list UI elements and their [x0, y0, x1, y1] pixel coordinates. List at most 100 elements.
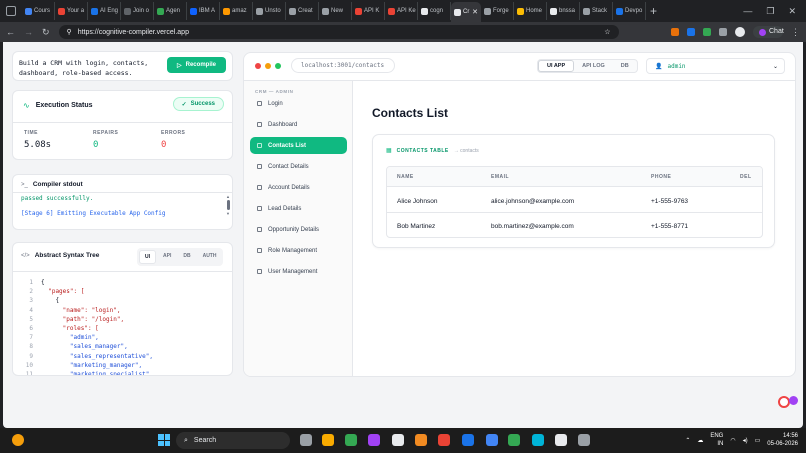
ast-code-view: 1{2 "pages": [3 {4 "name": "login", 5 "pa…	[19, 278, 153, 375]
view-tab-api-log[interactable]: API LOG	[574, 60, 613, 72]
browser-tab[interactable]: Cr ✕	[451, 2, 481, 22]
address-bar[interactable]: ⚲ https://cognitive-compiler.vercel.app …	[58, 25, 619, 39]
battery-icon[interactable]: ▭	[755, 437, 761, 444]
tab-label: Cours	[34, 8, 51, 14]
role-select[interactable]: 👤 admin ⌄	[646, 58, 785, 74]
contacts-table-card: ▦ CONTACTS TABLE → contacts NAME EMAIL P…	[372, 134, 775, 248]
profile-avatar[interactable]	[735, 27, 745, 37]
extension-icon[interactable]	[671, 28, 679, 36]
page-icon	[257, 185, 262, 190]
floating-help-icon[interactable]	[778, 396, 790, 408]
taskbar-app-icon[interactable]	[438, 434, 450, 446]
taskbar-app-icon[interactable]	[368, 434, 380, 446]
code-text: {	[41, 297, 60, 305]
code-line: 8 "sales_manager",	[19, 342, 153, 351]
weather-icon[interactable]	[12, 434, 24, 446]
browser-tab[interactable]: Devpo	[613, 2, 646, 20]
view-tab-ui-app[interactable]: UI APP	[538, 60, 575, 72]
tab-label: Unsto	[265, 8, 281, 14]
browser-tab[interactable]: Join o	[121, 2, 154, 20]
sidebar-item-opportunity-details[interactable]: Opportunity Details	[250, 221, 347, 238]
windows-start-icon[interactable]	[158, 434, 170, 446]
sidebar-item-contacts-list[interactable]: Contacts List	[250, 137, 347, 154]
taskbar-app-icon[interactable]	[486, 434, 498, 446]
maximize-icon[interactable]: ❐	[766, 6, 774, 17]
status-badge: ✓ Success	[172, 97, 224, 111]
sidebar-item-role-management[interactable]: Role Management	[250, 242, 347, 259]
browser-tab[interactable]: New	[319, 2, 352, 20]
clock[interactable]: 14:56 05-06-2026	[767, 432, 798, 448]
language-indicator[interactable]: ENG IN	[710, 432, 723, 448]
taskbar-app-icon[interactable]	[578, 434, 590, 446]
table-row[interactable]	[387, 213, 762, 237]
sidebar-item-lead-details[interactable]: Lead Details	[250, 200, 347, 217]
close-window-icon[interactable]: ✕	[788, 6, 796, 17]
taskbar-app-icon[interactable]	[392, 434, 404, 446]
taskbar-app-icon[interactable]	[508, 434, 520, 446]
browser-tab[interactable]: IBM A	[187, 2, 220, 20]
ast-tab-auth[interactable]: AUTH	[198, 250, 222, 264]
browser-tab[interactable]: Forge	[481, 2, 514, 20]
ast-tab-ui[interactable]: UI	[139, 250, 156, 264]
taskbar-app-icon[interactable]	[532, 434, 544, 446]
sidebar-item-login[interactable]: Login	[250, 95, 347, 112]
volume-icon[interactable]: ◂)	[743, 437, 748, 444]
browser-tab[interactable]: Unsto	[253, 2, 286, 20]
browser-tab[interactable]: Creat	[286, 2, 319, 20]
reload-icon[interactable]: ↻	[42, 27, 50, 38]
cloud-icon[interactable]: ☁	[697, 437, 703, 444]
taskbar-search[interactable]: ⌕ Search	[176, 432, 290, 449]
browser-tab[interactable]: amaz	[220, 2, 253, 20]
taskbar-app-icon[interactable]	[415, 434, 427, 446]
browser-tab[interactable]: Stack	[580, 2, 613, 20]
line-number: 1	[29, 279, 33, 286]
site-info-icon[interactable]: ⚲	[67, 28, 72, 36]
back-icon[interactable]: ←	[6, 27, 15, 37]
taskbar-app-icon[interactable]	[300, 434, 312, 446]
browser-tab[interactable]: Home	[514, 2, 547, 20]
browser-tab[interactable]: bnssa	[547, 2, 580, 20]
bookmark-star-icon[interactable]: ☆	[604, 28, 610, 36]
code-text: {	[41, 279, 45, 286]
minimize-icon[interactable]: —	[743, 6, 752, 17]
browser-tab[interactable]: Agen	[154, 2, 187, 20]
sidebar-item-dashboard[interactable]: Dashboard	[250, 116, 347, 133]
page-icon	[257, 227, 262, 232]
recompile-button[interactable]: ▷ Recompile	[167, 57, 226, 73]
tab-overview-icon[interactable]	[0, 0, 22, 22]
window-controls: — ❐ ✕	[743, 6, 806, 17]
compiler-stdout-title: Compiler stdout	[32, 181, 83, 188]
ast-tab-api[interactable]: API	[158, 250, 176, 264]
close-tab-icon[interactable]: ✕	[472, 8, 478, 16]
tray-chevron-icon[interactable]: ⌃	[685, 437, 690, 444]
side-assistant-icon[interactable]	[789, 396, 798, 405]
browser-tab[interactable]: cogn	[418, 2, 451, 20]
extension-icon[interactable]	[703, 28, 711, 36]
browser-tab[interactable]: Your a	[55, 2, 88, 20]
taskbar-app-icon[interactable]	[555, 434, 567, 446]
browser-tab[interactable]: API K	[352, 2, 385, 20]
browser-tab[interactable]: API Ke	[385, 2, 418, 20]
ast-tab-db[interactable]: DB	[178, 250, 195, 264]
stdout-scrollbar[interactable]: ▲ ▼	[226, 194, 230, 228]
browser-menu-icon[interactable]: ⋮	[791, 27, 800, 38]
wifi-icon[interactable]: ◠	[730, 437, 735, 444]
browser-tab[interactable]: Cours	[22, 2, 55, 20]
stdout-line: passed successfully.	[21, 195, 94, 202]
browser-tab[interactable]: AI Eng	[88, 2, 121, 20]
table-row[interactable]	[387, 188, 762, 213]
prompt-input[interactable]: Build a CRM with login, contacts, dashbo…	[19, 58, 159, 78]
sidebar-item-user-management[interactable]: User Management	[250, 263, 347, 280]
new-tab-button[interactable]: +	[650, 4, 657, 18]
taskbar-app-icon[interactable]	[462, 434, 474, 446]
forward-icon[interactable]: →	[24, 27, 33, 37]
sidebar-item-account-details[interactable]: Account Details	[250, 179, 347, 196]
sidebar-item-contact-details[interactable]: Contact Details	[250, 158, 347, 175]
view-tab-db[interactable]: DB	[613, 60, 637, 72]
taskbar-app-icon[interactable]	[345, 434, 357, 446]
page-icon	[257, 143, 262, 148]
taskbar-app-icon[interactable]	[322, 434, 334, 446]
extension-icon[interactable]	[687, 28, 695, 36]
extensions-puzzle-icon[interactable]	[719, 28, 727, 36]
chat-button[interactable]: Chat	[753, 26, 784, 38]
